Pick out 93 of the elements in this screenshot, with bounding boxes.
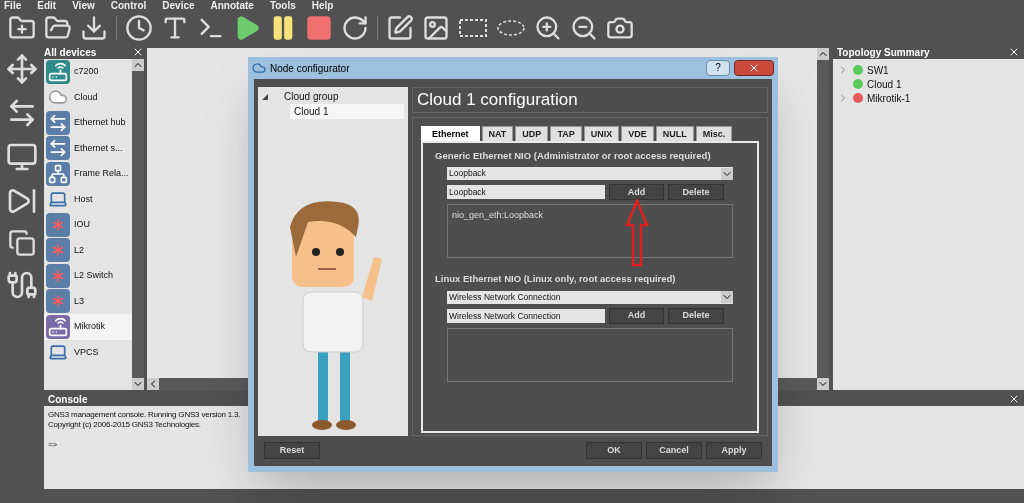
multilayer-switch-icon bbox=[46, 212, 70, 237]
palette-entry[interactable]: Ethernet hub bbox=[44, 110, 132, 136]
config-heading: Cloud 1 configuration bbox=[412, 87, 768, 113]
save-icon[interactable] bbox=[80, 14, 108, 42]
list-item[interactable]: nio_gen_eth:Loopback bbox=[452, 209, 728, 223]
tab[interactable]: TAP bbox=[550, 126, 582, 141]
menu-item[interactable]: File bbox=[4, 0, 22, 11]
tab[interactable]: NULL bbox=[655, 126, 694, 141]
tab[interactable]: UNIX bbox=[583, 126, 620, 141]
picture-icon[interactable] bbox=[422, 14, 450, 42]
tab[interactable]: Ethernet bbox=[421, 126, 480, 141]
add-button[interactable]: Add bbox=[609, 307, 664, 324]
scroll-up-icon[interactable] bbox=[817, 48, 829, 60]
multilayer-switch-icon bbox=[46, 289, 70, 314]
dialog-title: Node configurator bbox=[270, 61, 351, 76]
topology-item[interactable]: Mikrotik-1 bbox=[867, 90, 911, 106]
add-button[interactable]: Add bbox=[609, 184, 664, 201]
stop-icon[interactable] bbox=[305, 14, 333, 42]
text-field[interactable]: Loopback bbox=[447, 185, 605, 200]
panel-title: All devices bbox=[44, 45, 97, 60]
panel-title: Topology Summary bbox=[837, 45, 930, 60]
delete-button[interactable]: Delete bbox=[668, 184, 724, 201]
palette-entry[interactable]: Host bbox=[44, 186, 132, 212]
new-project-icon[interactable] bbox=[8, 14, 36, 42]
palette-entry[interactable]: VPCS bbox=[44, 339, 132, 365]
tab[interactable]: Misc. bbox=[695, 126, 733, 141]
hub-icon bbox=[46, 110, 70, 135]
section-title: Generic Ethernet NIO (Administrator or root access required) bbox=[435, 149, 712, 163]
close-icon[interactable] bbox=[132, 46, 144, 58]
clock-icon[interactable] bbox=[125, 14, 153, 42]
palette-entry[interactable]: IOU bbox=[44, 212, 132, 238]
tab[interactable]: UDP bbox=[515, 126, 549, 141]
console-line: => bbox=[48, 440, 57, 450]
tree-item[interactable]: Cloud 1 bbox=[290, 104, 404, 119]
help-button[interactable]: ? bbox=[706, 60, 730, 76]
dropdown[interactable]: Loopback bbox=[447, 167, 733, 181]
tab[interactable]: VDE bbox=[621, 126, 654, 141]
palette-entry[interactable]: c7200 bbox=[44, 59, 132, 85]
close-button[interactable] bbox=[734, 60, 774, 76]
dialog-button[interactable]: OK bbox=[586, 442, 642, 459]
delete-button[interactable]: Delete bbox=[668, 307, 724, 324]
close-icon[interactable] bbox=[1008, 393, 1020, 405]
dialog-button[interactable]: Cancel bbox=[646, 442, 702, 459]
scroll-up-icon[interactable] bbox=[132, 59, 144, 71]
scrollbar[interactable] bbox=[132, 59, 144, 390]
multilayer-switch-icon bbox=[46, 238, 70, 263]
frame-relay-icon bbox=[46, 161, 70, 186]
cable-icon[interactable] bbox=[6, 269, 38, 301]
panel-title: Console bbox=[48, 392, 88, 407]
palette-entry[interactable]: Cloud bbox=[44, 84, 132, 110]
palette-entry[interactable]: Ethernet s... bbox=[44, 135, 132, 161]
console-line: GNS3 management console. Running GNS3 version 1.3. bbox=[48, 410, 241, 420]
menu-item[interactable]: Help bbox=[311, 0, 334, 11]
dropdown[interactable]: Wireless Network Connection bbox=[447, 290, 733, 304]
scroll-down-icon[interactable] bbox=[132, 378, 144, 390]
monitor-icon[interactable] bbox=[6, 141, 38, 173]
reload-icon[interactable] bbox=[341, 14, 369, 42]
menu-item[interactable]: View bbox=[72, 0, 95, 11]
console-line: Copyright (c) 2006-2015 GNS3 Technologies. bbox=[48, 420, 201, 430]
palette-entry[interactable]: L3 bbox=[44, 288, 132, 314]
router-icon bbox=[46, 314, 70, 339]
tab[interactable]: NAT bbox=[481, 126, 514, 141]
palette-entry[interactable]: Frame Rela... bbox=[44, 161, 132, 187]
zoom-in-icon[interactable] bbox=[534, 14, 562, 42]
palette-entry[interactable]: L2 bbox=[44, 237, 132, 263]
router-icon bbox=[46, 59, 70, 84]
topology-item[interactable]: SW1 bbox=[867, 62, 889, 78]
menu-item[interactable]: Control bbox=[110, 0, 147, 11]
tree-item[interactable]: Cloud group bbox=[284, 89, 339, 104]
menu-item[interactable]: Tools bbox=[269, 0, 296, 11]
menu-item[interactable]: Annotate bbox=[210, 0, 254, 11]
scroll-left-icon[interactable] bbox=[147, 378, 159, 390]
menu-item[interactable]: Edit bbox=[37, 0, 57, 11]
palette-entry[interactable]: Mikrotik bbox=[44, 314, 132, 340]
dialog-button[interactable]: Apply bbox=[706, 442, 762, 459]
switch-icon bbox=[46, 136, 70, 161]
collapse-icon[interactable] bbox=[262, 93, 268, 100]
ellipse-icon[interactable] bbox=[496, 18, 526, 38]
menu-item[interactable]: Device bbox=[162, 0, 195, 11]
scrollbar[interactable] bbox=[817, 48, 829, 390]
text-field[interactable]: Wireless Network Connection bbox=[447, 308, 605, 323]
zoom-out-icon[interactable] bbox=[570, 14, 598, 42]
scroll-down-icon[interactable] bbox=[817, 378, 829, 390]
multilayer-switch-icon bbox=[46, 263, 70, 288]
section-title: Linux Ethernet NIO (Linux only, root access required) bbox=[435, 272, 677, 287]
app-icon bbox=[252, 61, 266, 75]
rectangle-icon[interactable] bbox=[458, 18, 488, 38]
palette-entry[interactable]: L2 Switch bbox=[44, 263, 132, 289]
topology-item[interactable]: Cloud 1 bbox=[867, 76, 902, 92]
close-icon[interactable] bbox=[748, 62, 760, 74]
edit-note-icon[interactable] bbox=[386, 14, 414, 42]
reset-button[interactable]: Reset bbox=[264, 442, 320, 459]
close-icon[interactable] bbox=[1008, 46, 1020, 58]
